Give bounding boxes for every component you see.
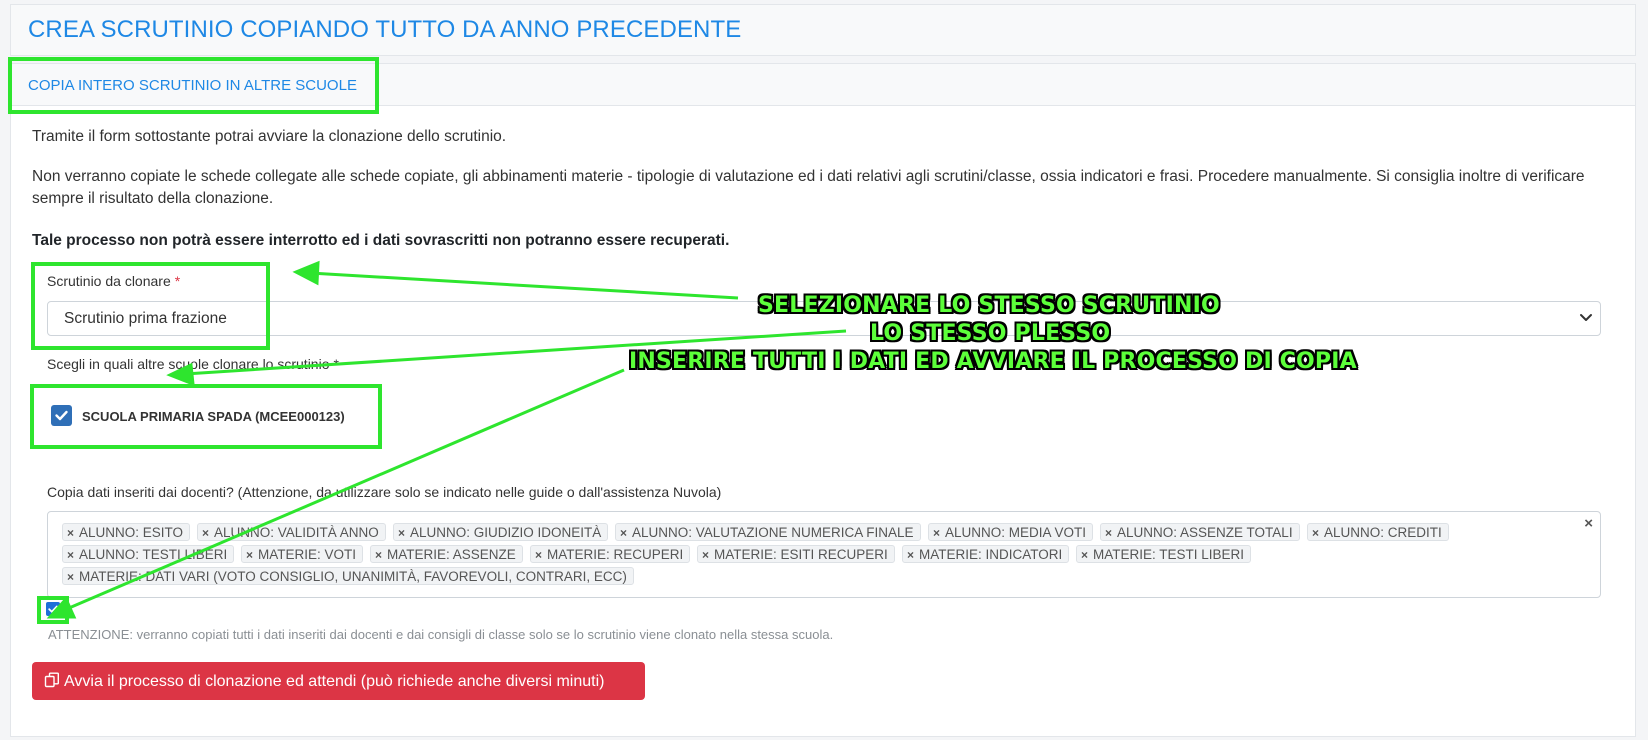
tag-chip: × MATERIE: INDICATORI <box>902 545 1070 563</box>
annotation-line-1: SELEZIONARE LO STESSO SCRUTINIO <box>758 293 1220 318</box>
tag-remove-icon[interactable]: × <box>933 526 940 540</box>
tag-remove-icon[interactable]: × <box>1081 548 1088 562</box>
tag-chip-label: MATERIE: INDICATORI <box>919 547 1063 562</box>
tag-chip: × MATERIE: ASSENZE <box>370 545 523 563</box>
tag-chip-label: MATERIE: RECUPERI <box>547 547 684 562</box>
start-clone-button[interactable]: Avvia il processo di clonazione ed atten… <box>32 662 645 700</box>
copy-data-label: Copia dati inseriti dai docenti? (Attenz… <box>47 484 722 500</box>
annotation-line-2: LO STESSO PLESSO <box>870 321 1111 346</box>
tag-remove-icon[interactable]: × <box>67 526 74 540</box>
tag-chip-label: ALUNNO: TESTI LIBERI <box>79 547 228 562</box>
required-mark: * <box>333 356 339 372</box>
tag-chip: × ALUNNO: VALIDITÀ ANNO <box>197 523 386 541</box>
clear-all-icon[interactable]: × <box>1584 515 1593 532</box>
tag-chip-label: MATERIE: VOTI <box>258 547 357 562</box>
tag-chip: × MATERIE: DATI VARI (VOTO CONSIGLIO, UNA… <box>62 567 634 585</box>
tag-chip-label: MATERIE: DATI VARI (VOTO CONSIGLIO, UNAN… <box>79 569 627 584</box>
tag-chip-label: ALUNNO: VALUTAZIONE NUMERICA FINALE <box>632 525 914 540</box>
intro-text: Tramite il form sottostante potrai avvia… <box>32 128 507 145</box>
tag-chip: × ALUNNO: MEDIA VOTI <box>928 523 1094 541</box>
tag-remove-icon[interactable]: × <box>398 526 405 540</box>
tag-remove-icon[interactable]: × <box>907 548 914 562</box>
tag-remove-icon[interactable]: × <box>202 526 209 540</box>
tag-chip-label: ALUNNO: VALIDITÀ ANNO <box>214 525 379 540</box>
highlight-school-box <box>30 384 382 449</box>
tag-remove-icon[interactable]: × <box>67 548 74 562</box>
tag-remove-icon[interactable]: × <box>1105 526 1112 540</box>
tag-remove-icon[interactable]: × <box>1312 526 1319 540</box>
tag-chip-label: ALUNNO: ESITO <box>79 525 184 540</box>
tag-chip: × ALUNNO: TESTI LIBERI <box>62 545 235 563</box>
tag-remove-icon[interactable]: × <box>535 548 542 562</box>
tag-chip: × ALUNNO: ESITO <box>62 523 191 541</box>
annotation-line-3: INSERIRE TUTTI I DATI ED AVVIARE IL PROC… <box>629 349 1357 374</box>
tag-chip-label: MATERIE: TESTI LIBERI <box>1093 547 1245 562</box>
tag-chip-label: ALUNNO: CREDITI <box>1324 525 1442 540</box>
tag-remove-icon[interactable]: × <box>67 570 74 584</box>
page-title: CREA SCRUTINIO COPIANDO TUTTO DA ANNO PR… <box>28 16 742 43</box>
tag-chip: × ALUNNO: CREDITI <box>1307 523 1449 541</box>
tag-chip: × ALUNNO: VALUTAZIONE NUMERICA FINALE <box>615 523 921 541</box>
tag-chip-label: MATERIE: ASSENZE <box>387 547 516 562</box>
tag-chip: × MATERIE: TESTI LIBERI <box>1076 545 1252 563</box>
tag-chip-label: ALUNNO: MEDIA VOTI <box>945 525 1087 540</box>
tag-remove-icon[interactable]: × <box>375 548 382 562</box>
notice-text: Tale processo non potrà essere interrott… <box>32 232 730 249</box>
page: CREA SCRUTINIO COPIANDO TUTTO DA ANNO PR… <box>0 0 1648 740</box>
tag-remove-icon[interactable]: × <box>246 548 253 562</box>
start-clone-button-label: Avvia il processo di clonazione ed atten… <box>64 672 605 690</box>
schools-label: Scegli in quali altre scuole clonare lo … <box>47 356 339 372</box>
warning-text: Non verranno copiate le schede collegate… <box>32 168 1585 207</box>
tag-chip: × MATERIE: ESITI RECUPERI <box>697 545 895 563</box>
highlight-tab-box <box>8 57 379 114</box>
highlight-checkbox-box <box>37 596 69 624</box>
tag-chip: × MATERIE: RECUPERI <box>530 545 691 563</box>
title-bar: CREA SCRUTINIO COPIANDO TUTTO DA ANNO PR… <box>10 4 1636 56</box>
tag-remove-icon[interactable]: × <box>620 526 627 540</box>
tag-chip-label: MATERIE: ESITI RECUPERI <box>714 547 888 562</box>
help-text: ATTENZIONE: verranno copiati tutti i dat… <box>48 627 834 642</box>
tag-chip-label: ALUNNO: GIUDIZIO IDONEITÀ <box>410 525 602 540</box>
tag-chip: × ALUNNO: ASSENZE TOTALI <box>1100 523 1300 541</box>
tag-chip: × ALUNNO: GIUDIZIO IDONEITÀ <box>393 523 609 541</box>
tag-chip: × MATERIE: VOTI <box>241 545 364 563</box>
highlight-scrutinio-box <box>31 262 270 350</box>
tag-remove-icon[interactable]: × <box>702 548 709 562</box>
copy-icon <box>44 672 59 687</box>
chevron-down-icon <box>1580 314 1592 321</box>
tag-chip-label: ALUNNO: ASSENZE TOTALI <box>1117 525 1293 540</box>
